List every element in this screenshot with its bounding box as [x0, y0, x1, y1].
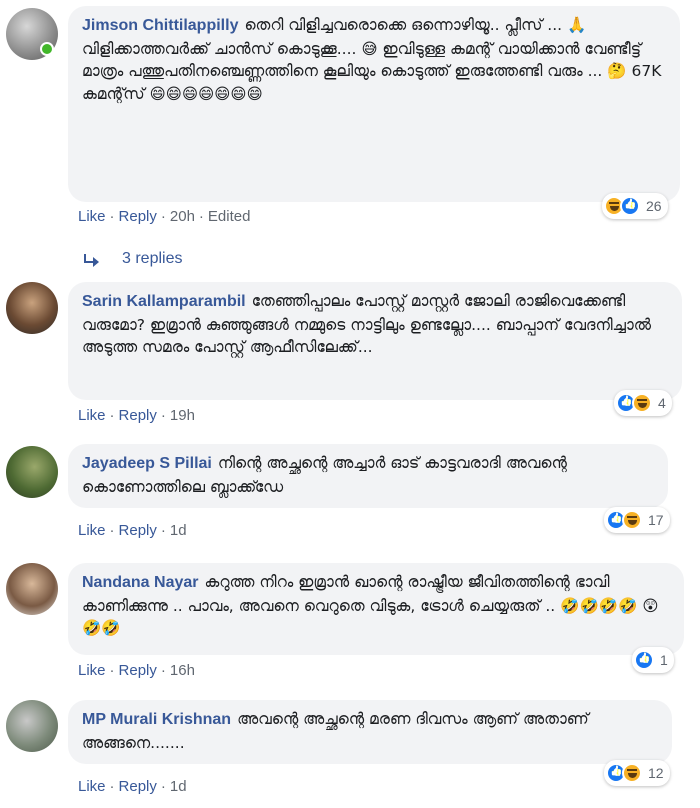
- reaction-count: 26: [646, 198, 662, 214]
- like-reaction-icon: [620, 196, 640, 216]
- comment-actions: Like · Reply · 1d: [78, 522, 187, 539]
- timestamp[interactable]: 16h: [170, 662, 195, 679]
- comment-actions: Like · Reply · 16h: [78, 662, 195, 679]
- comment-bubble: Sarin Kallamparambil തേഞ്ഞിപ്പാലം പോസ്റ്റ…: [68, 282, 682, 400]
- reaction-count: 12: [648, 765, 664, 781]
- reply-button[interactable]: Reply: [119, 407, 157, 424]
- view-replies-link[interactable]: 3 replies: [84, 250, 182, 268]
- reaction-count: 1: [660, 652, 668, 668]
- avatar[interactable]: [6, 700, 58, 752]
- comment-author[interactable]: Jayadeep S Pillai: [82, 455, 212, 472]
- avatar[interactable]: [6, 446, 58, 498]
- comment-bubble: Jimson Chittilappilly തെറി വിളിച്ചവരൊക്കെ…: [68, 6, 680, 202]
- replies-count[interactable]: 3 replies: [122, 250, 182, 268]
- like-button[interactable]: Like: [78, 662, 106, 679]
- online-status-icon: [40, 42, 54, 56]
- comment-actions: Like · Reply · 19h: [78, 407, 195, 424]
- comment-author[interactable]: Sarin Kallamparambil: [82, 293, 246, 310]
- reply-button[interactable]: Reply: [119, 208, 157, 225]
- comment-actions: Like · Reply · 1d: [78, 778, 187, 795]
- timestamp[interactable]: 1d: [170, 522, 187, 539]
- haha-reaction-icon: [622, 510, 642, 530]
- reply-button[interactable]: Reply: [119, 662, 157, 679]
- timestamp[interactable]: 19h: [170, 407, 195, 424]
- like-button[interactable]: Like: [78, 522, 106, 539]
- haha-reaction-icon: [632, 393, 652, 413]
- reaction-summary[interactable]: 12: [604, 760, 670, 786]
- like-button[interactable]: Like: [78, 208, 106, 225]
- reaction-summary[interactable]: 26: [602, 193, 668, 219]
- reaction-summary[interactable]: 4: [614, 390, 672, 416]
- haha-reaction-icon: [622, 763, 642, 783]
- reaction-count: 4: [658, 395, 666, 411]
- comment-bubble: Nandana Nayar കറുത്ത നിറം ഇമ്രാൻ ഖാന്റെ ര…: [68, 563, 684, 655]
- like-button[interactable]: Like: [78, 407, 106, 424]
- reaction-summary[interactable]: 1: [632, 647, 674, 673]
- comment-author[interactable]: Nandana Nayar: [82, 574, 199, 591]
- comment-author[interactable]: MP Murali Krishnan: [82, 711, 231, 728]
- like-reaction-icon: [634, 650, 654, 670]
- reply-button[interactable]: Reply: [119, 778, 157, 795]
- avatar[interactable]: [6, 563, 58, 615]
- edited-label: Edited: [207, 208, 251, 225]
- timestamp[interactable]: 1d: [170, 778, 187, 795]
- avatar[interactable]: [6, 282, 58, 334]
- reaction-summary[interactable]: 17: [604, 507, 670, 533]
- comment-actions: Like · Reply · 20h · Edited: [78, 208, 251, 225]
- reply-button[interactable]: Reply: [119, 522, 157, 539]
- timestamp[interactable]: 20h: [170, 208, 195, 225]
- comment-bubble: MP Murali Krishnan അവന്റെ അച്ഛന്റെ മരണ ദി…: [68, 700, 672, 764]
- reaction-count: 17: [648, 512, 664, 528]
- like-button[interactable]: Like: [78, 778, 106, 795]
- comment-bubble: Jayadeep S Pillai നിന്റെ അച്ഛന്റെ അച്ചാർ …: [68, 444, 668, 508]
- comment-author[interactable]: Jimson Chittilappilly: [82, 17, 238, 34]
- reply-arrow-icon: [84, 252, 100, 267]
